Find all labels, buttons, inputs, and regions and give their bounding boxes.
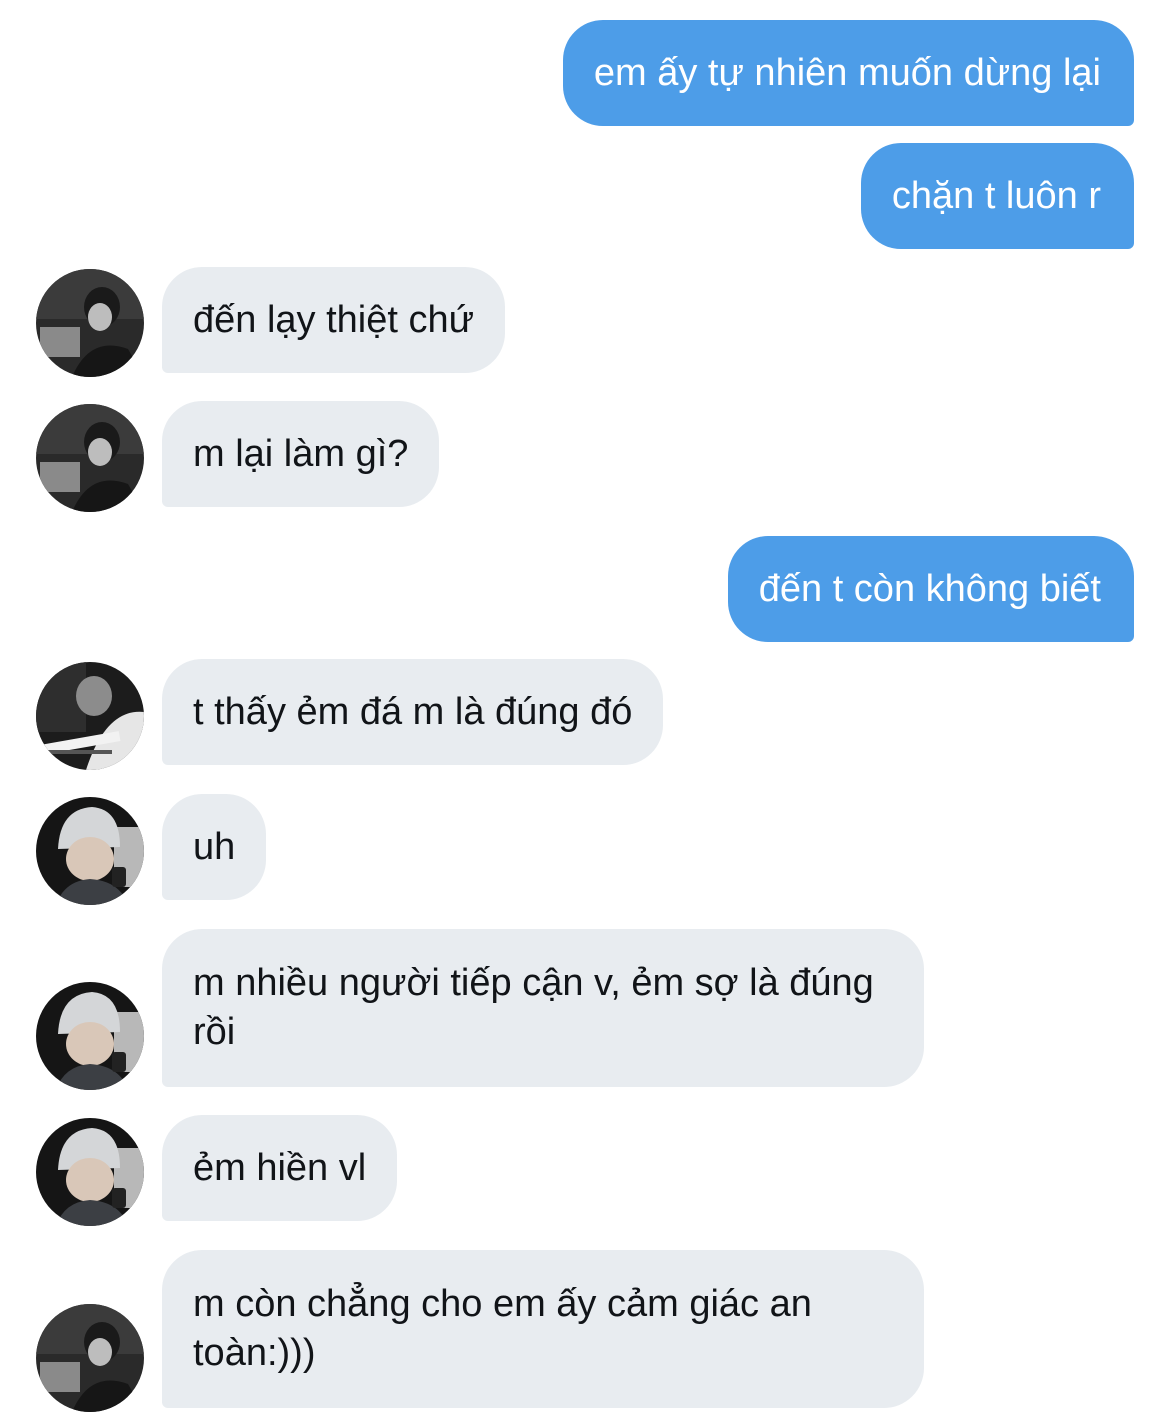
avatar-dark-haired-user[interactable] bbox=[36, 269, 144, 377]
received-message-bubble[interactable]: m còn chẳng cho em ấy cảm giác an toàn:)… bbox=[162, 1250, 924, 1408]
sent-message-bubble[interactable]: em ấy tự nhiên muốn dừng lại bbox=[562, 20, 1134, 126]
avatar-beanie-user[interactable] bbox=[36, 797, 144, 905]
sent-message-bubble[interactable]: chặn t luôn r bbox=[860, 143, 1134, 249]
message-text: m nhiều người tiếp cận v, ẻm sợ là đúng … bbox=[193, 962, 874, 1053]
sent-message-bubble[interactable]: đến t còn không biết bbox=[727, 536, 1134, 642]
received-message-bubble[interactable]: ẻm hiền vl bbox=[162, 1115, 398, 1221]
message-text: uh bbox=[193, 826, 236, 868]
avatar-dark-haired-user[interactable] bbox=[36, 1304, 144, 1412]
received-message-bubble[interactable]: t thấy ẻm đá m là đúng đó bbox=[162, 659, 664, 765]
message-text: em ấy tự nhiên muốn dừng lại bbox=[593, 52, 1101, 94]
message-text: ẻm hiền vl bbox=[193, 1147, 367, 1189]
avatar-guitar-user[interactable] bbox=[36, 662, 144, 770]
message-text: m còn chẳng cho em ấy cảm giác an toàn:)… bbox=[193, 1283, 812, 1374]
received-message-bubble[interactable]: uh bbox=[162, 794, 267, 900]
message-text: đến lạy thiệt chứ bbox=[193, 299, 475, 341]
message-text: t thấy ẻm đá m là đúng đó bbox=[193, 691, 633, 733]
message-text: đến t còn không biết bbox=[758, 568, 1101, 610]
received-message-bubble[interactable]: đến lạy thiệt chứ bbox=[162, 267, 506, 373]
avatar-beanie-user[interactable] bbox=[36, 982, 144, 1090]
avatar-beanie-user[interactable] bbox=[36, 1118, 144, 1226]
avatar-dark-haired-user[interactable] bbox=[36, 404, 144, 512]
received-message-bubble[interactable]: m lại làm gì? bbox=[162, 401, 440, 507]
received-message-bubble[interactable]: m nhiều người tiếp cận v, ẻm sợ là đúng … bbox=[162, 929, 924, 1087]
message-text: chặn t luôn r bbox=[891, 175, 1101, 217]
message-text: m lại làm gì? bbox=[193, 433, 409, 475]
